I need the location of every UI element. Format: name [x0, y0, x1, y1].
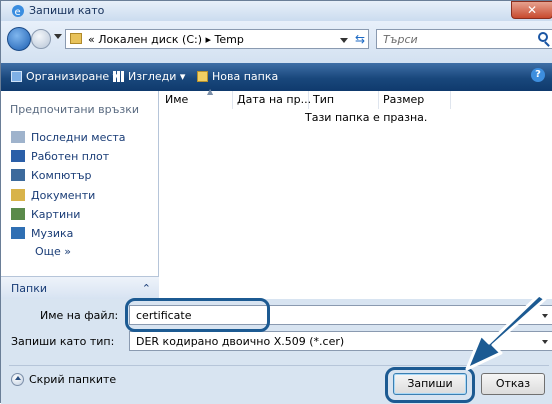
pictures-icon: [11, 208, 25, 220]
sidebar-item-label: Компютър: [31, 169, 92, 182]
views-icon: [113, 71, 124, 82]
filename-label: Име на файл:: [40, 309, 119, 322]
folders-label: Папки: [11, 282, 47, 295]
sidebar-item-music[interactable]: Музика: [11, 227, 73, 243]
breadcrumb[interactable]: « Локален диск (C:) ▸ Temp: [88, 33, 244, 46]
more-links[interactable]: Още »: [35, 245, 71, 258]
empty-folder-message: Тази папка е празна.: [305, 111, 428, 124]
filetype-value: DER кодирано двоично X.509 (*.cer): [136, 335, 345, 348]
back-button[interactable]: [7, 27, 31, 51]
column-header-size[interactable]: Размер: [379, 91, 451, 109]
command-toolbar: Организиране ▾ Изгледи ▾ Нова папка: [1, 63, 552, 91]
pointer-arrow-icon: [465, 293, 547, 371]
hide-folders-button[interactable]: Скрий папките: [11, 373, 116, 386]
folders-toggle[interactable]: Папки ⌃: [1, 276, 159, 299]
search-input[interactable]: Търси: [376, 29, 552, 49]
help-icon[interactable]: ?: [531, 68, 545, 82]
organize-menu[interactable]: Организиране ▾: [11, 70, 118, 83]
sidebar-item-label: Работен плот: [31, 150, 110, 163]
save-as-dialog: e Запиши като ✕ « Локален диск (C:) ▸ Te…: [0, 0, 552, 404]
organize-icon: [11, 71, 22, 82]
close-button[interactable]: ✕: [511, 1, 552, 19]
column-header-date[interactable]: Дата на пр...: [233, 91, 311, 109]
documents-icon: [11, 189, 25, 201]
search-icon[interactable]: [538, 32, 548, 42]
organize-label: Организиране ▾: [26, 70, 119, 83]
column-header-type[interactable]: Тип: [309, 91, 379, 109]
title-bar: e Запиши като ✕: [1, 1, 552, 21]
filename-highlight: [125, 298, 270, 332]
computer-icon: [11, 169, 25, 181]
desktop-icon: [11, 150, 25, 162]
address-bar[interactable]: « Локален диск (C:) ▸ Temp ⇆: [65, 29, 369, 49]
folder-icon: [70, 33, 82, 44]
filetype-label: Запиши като тип:: [11, 335, 115, 348]
window-title: Запиши като: [29, 4, 105, 17]
sidebar-item-label: Последни места: [31, 131, 126, 144]
search-placeholder: Търси: [383, 33, 418, 46]
sidebar-item-documents[interactable]: Документи: [11, 189, 95, 205]
recent-pages-dropdown-icon[interactable]: [54, 34, 62, 39]
sidebar-item-desktop[interactable]: Работен плот: [11, 150, 109, 166]
favorite-links-header: Предпочитани връзки: [10, 103, 140, 116]
views-menu[interactable]: Изгледи ▾: [113, 70, 185, 83]
file-list: ▲ Име Дата на пр... Тип Размер Тази папк…: [159, 87, 552, 299]
sidebar-item-pictures[interactable]: Картини: [11, 208, 80, 224]
music-icon: [11, 227, 25, 239]
internet-explorer-icon: e: [12, 5, 24, 18]
new-folder-button[interactable]: Нова папка: [197, 70, 278, 83]
sidebar-item-recent-places[interactable]: Последни места: [11, 131, 126, 147]
sidebar-item-label: Музика: [31, 227, 74, 240]
sidebar-item-label: Картини: [31, 208, 81, 221]
forward-button[interactable]: [31, 29, 51, 49]
address-dropdown-icon[interactable]: [340, 38, 348, 43]
hide-folders-label: Скрий папките: [29, 373, 117, 386]
collapse-icon: [11, 373, 24, 386]
new-folder-icon: [197, 71, 208, 82]
new-folder-label: Нова папка: [212, 70, 279, 83]
sidebar-item-label: Документи: [31, 189, 96, 202]
navigation-pane: Предпочитани връзки Последни места Работ…: [1, 91, 159, 299]
column-header-name[interactable]: Име: [161, 91, 233, 109]
chevron-up-icon: ⌃: [141, 282, 151, 295]
sidebar-item-computer[interactable]: Компютър: [11, 169, 91, 185]
refresh-icon[interactable]: ⇆: [355, 32, 365, 46]
recent-places-icon: [11, 131, 25, 143]
svg-text:e: e: [15, 7, 21, 18]
views-label: Изгледи ▾: [128, 70, 186, 83]
